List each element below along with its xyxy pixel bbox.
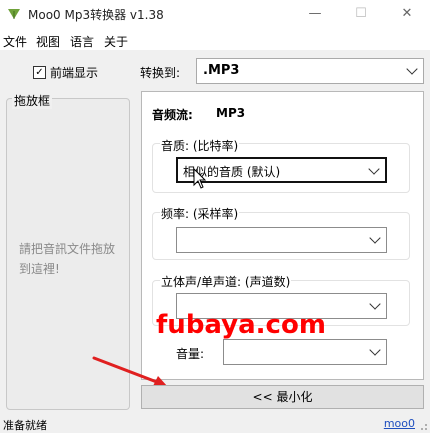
menu-language[interactable]: 语言 [70,33,94,50]
close-window-button[interactable]: ✕ [384,0,430,30]
resize-grip-icon[interactable] [418,421,428,431]
maximize-window-button[interactable]: ☐ [338,0,384,30]
check-icon[interactable]: ✓ [33,66,46,79]
audio-stream-value: MP3 [216,106,246,120]
convert-to-label: 转换到: [140,66,181,80]
status-text: 准备就绪 [3,419,47,432]
title-bar[interactable]: Moo0 Mp3转换器 v1.38 — ☐ ✕ [0,0,430,30]
watermark-text: fubaya.com [156,310,326,340]
mouse-cursor-icon [193,168,207,189]
frequency-label: 频率: (采样率) [160,205,240,222]
frequency-select[interactable] [176,227,387,253]
chevron-down-icon [369,232,381,244]
convert-format-select[interactable]: .MP3 [196,58,424,84]
chevron-down-icon [368,163,380,175]
minimize-window-button[interactable]: — [292,0,338,30]
channels-label: 立体声/单声道: (声道数) [160,273,292,290]
volume-label: 音量: [176,347,205,361]
convert-format-value: .MP3 [203,63,240,78]
moo0-link[interactable]: moo0 [384,417,415,430]
chevron-down-icon [406,63,418,75]
always-on-top-toggle[interactable]: ✓ 前端显示 [33,64,98,81]
minimize-panel-button[interactable]: << 最小化 [141,385,424,409]
menu-file[interactable]: 文件 [3,33,27,50]
menu-bar: 文件 视图 语言 关于 [0,30,430,50]
window-title: Moo0 Mp3转换器 v1.38 [28,8,164,22]
quality-select[interactable]: 相似的音质 (默认) [176,157,387,183]
menu-view[interactable]: 视图 [36,33,60,50]
quality-label: 音质: (比特率) [160,137,240,154]
status-bar: 准备就绪 moo0 [0,414,430,433]
chevron-down-icon [369,344,381,356]
drop-zone-hint: 請把音訊文件拖放到這裡! [19,242,116,276]
chevron-down-icon [369,298,381,310]
leaf-icon [8,9,20,19]
audio-stream-label: 音频流: [152,108,193,122]
always-on-top-label: 前端显示 [50,66,99,80]
menu-about[interactable]: 关于 [104,33,128,50]
drop-zone-label: 拖放框 [12,92,53,109]
volume-select[interactable] [223,339,387,365]
